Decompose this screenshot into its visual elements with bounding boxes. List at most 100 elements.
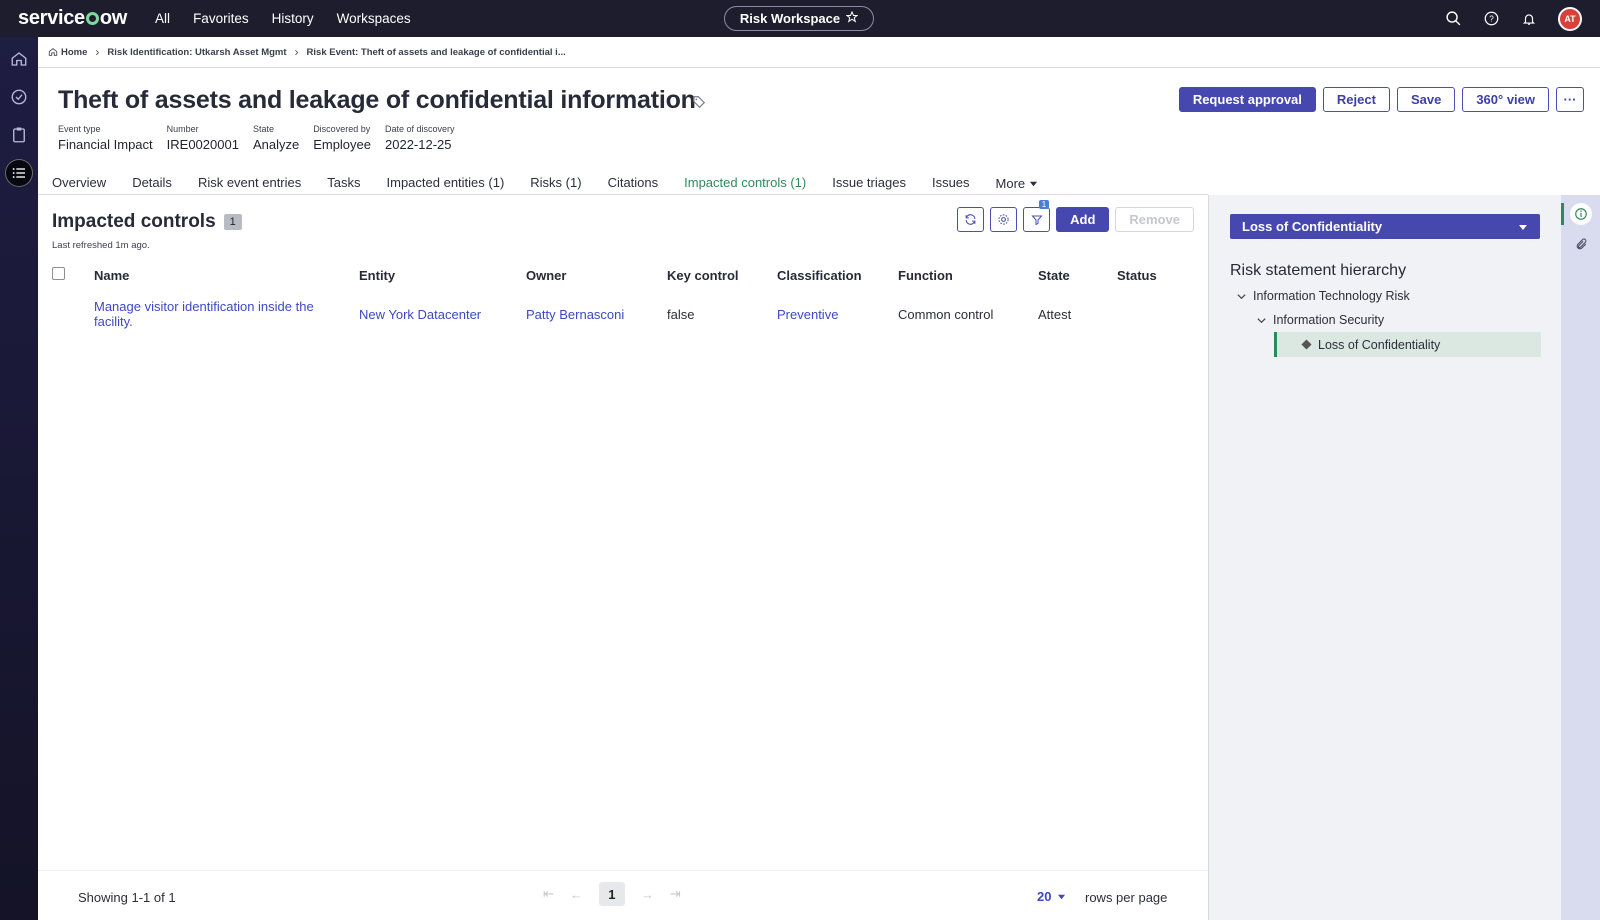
field-discovered-by: Discovered by Employee bbox=[313, 124, 371, 152]
risk-statement-panel: Loss of Confidentiality Risk statement h… bbox=[1208, 195, 1561, 920]
chevron-down-icon[interactable] bbox=[1236, 291, 1247, 302]
caret-down-icon bbox=[1058, 894, 1066, 900]
breadcrumb: Home › Risk Identification: Utkarsh Asse… bbox=[48, 45, 566, 59]
risk-statement-select[interactable]: Loss of Confidentiality bbox=[1230, 214, 1540, 239]
rows-per-page-select[interactable]: 20 bbox=[1037, 889, 1066, 904]
field-event-type: Event type Financial Impact bbox=[58, 124, 153, 152]
reject-button[interactable]: Reject bbox=[1322, 87, 1390, 112]
nav-favorites[interactable]: Favorites bbox=[193, 11, 249, 26]
top-icons: ? AT bbox=[1444, 0, 1582, 37]
save-button[interactable]: Save bbox=[1396, 87, 1456, 112]
column-header-classification[interactable]: Classification bbox=[777, 263, 898, 295]
field-label: Discovered by bbox=[313, 124, 371, 134]
cell-entity: New York Datacenter bbox=[359, 295, 526, 333]
showing-count: Showing 1-1 of 1 bbox=[78, 890, 176, 905]
risk-statement-selected: Loss of Confidentiality bbox=[1242, 219, 1383, 234]
tree-node-label: Information Technology Risk bbox=[1253, 289, 1410, 303]
checkmark-circle-icon[interactable] bbox=[5, 83, 33, 111]
star-icon[interactable] bbox=[845, 10, 859, 26]
list-footer: Showing 1-1 of 1 ⇤ ← 1 → ⇥ 20 rows per p… bbox=[38, 870, 1208, 920]
entity-link[interactable]: New York Datacenter bbox=[359, 307, 481, 322]
last-page-icon: ⇥ bbox=[669, 886, 681, 901]
column-header-owner[interactable]: Owner bbox=[526, 263, 667, 295]
more-actions-button[interactable]: ··· bbox=[1556, 87, 1584, 112]
list-toolbar: 1 Add Remove bbox=[957, 200, 1194, 232]
right-rail bbox=[1561, 195, 1600, 920]
panel-title: Impacted controls 1 bbox=[52, 211, 242, 233]
breadcrumb-home[interactable]: Home bbox=[48, 47, 87, 58]
next-page-icon: → bbox=[640, 886, 654, 902]
user-avatar[interactable]: AT bbox=[1558, 6, 1582, 31]
paperclip-icon[interactable] bbox=[1570, 233, 1592, 255]
classification-link[interactable]: Preventive bbox=[777, 307, 838, 322]
select-all-cell bbox=[52, 263, 94, 295]
360-view-button[interactable]: 360° view bbox=[1462, 87, 1549, 112]
filter-button[interactable]: 1 bbox=[1023, 200, 1051, 232]
breadcrumb-home-label: Home bbox=[61, 46, 88, 58]
help-icon[interactable]: ? bbox=[1482, 10, 1500, 28]
rows-per-page-value: 20 bbox=[1037, 889, 1052, 904]
field-label: Event type bbox=[58, 124, 101, 134]
gear-icon bbox=[998, 214, 1009, 225]
add-button[interactable]: Add bbox=[1056, 207, 1110, 232]
chevron-right-icon: › bbox=[294, 45, 299, 59]
tree-node-label: Loss of Confidentiality bbox=[1318, 337, 1441, 352]
column-header-name[interactable]: Name bbox=[94, 263, 359, 295]
column-header-status[interactable]: Status bbox=[1117, 263, 1177, 295]
field-value: Analyze bbox=[252, 137, 300, 152]
request-approval-button[interactable]: Request approval bbox=[1178, 87, 1316, 112]
nav-history[interactable]: History bbox=[272, 11, 314, 26]
workspace-pill[interactable]: Risk Workspace bbox=[724, 6, 874, 31]
table-row: Manage visitor identification inside the… bbox=[52, 295, 1177, 333]
owner-link[interactable]: Patty Bernasconi bbox=[526, 307, 624, 322]
column-header-state[interactable]: State bbox=[1038, 263, 1117, 295]
field-number: Number IRE0020001 bbox=[167, 124, 239, 152]
cell-function: Common control bbox=[898, 306, 994, 322]
impacted-controls-panel: Impacted controls 1 Last refreshed 1m ag… bbox=[38, 195, 1208, 920]
tree-node-loss-of-confidentiality[interactable]: Loss of Confidentiality bbox=[1274, 332, 1541, 357]
tag-icon[interactable] bbox=[692, 95, 706, 112]
bell-icon[interactable] bbox=[1520, 10, 1538, 28]
last-refreshed: Last refreshed 1m ago. bbox=[52, 240, 150, 251]
cell-state: Attest bbox=[1038, 306, 1072, 322]
column-header-entity[interactable]: Entity bbox=[359, 263, 526, 295]
control-name-link[interactable]: Manage visitor identification inside the… bbox=[94, 299, 314, 329]
row-select-cell bbox=[52, 295, 94, 333]
top-nav: All Favorites History Workspaces bbox=[155, 11, 411, 26]
page-title: Theft of assets and leakage of confident… bbox=[58, 86, 696, 114]
column-header-function[interactable]: Function bbox=[898, 263, 1038, 295]
servicenow-logo[interactable]: service ow bbox=[18, 7, 127, 30]
search-icon[interactable] bbox=[1444, 10, 1462, 28]
nav-workspaces[interactable]: Workspaces bbox=[337, 11, 411, 26]
workspace-name: Risk Workspace bbox=[739, 11, 841, 26]
field-state: State Analyze bbox=[253, 124, 299, 152]
info-icon[interactable] bbox=[1570, 203, 1592, 225]
tree-node-it-risk[interactable]: Information Technology Risk bbox=[1236, 284, 1541, 308]
refresh-button[interactable] bbox=[957, 207, 985, 232]
chevron-down-icon[interactable] bbox=[1256, 315, 1267, 326]
breadcrumb-item-risk-identification[interactable]: Risk Identification: Utkarsh Asset Mgmt bbox=[107, 47, 286, 58]
record-actions: Request approval Reject Save 360° view ·… bbox=[1178, 87, 1584, 112]
breadcrumb-item-risk-event[interactable]: Risk Event: Theft of assets and leakage … bbox=[307, 47, 566, 58]
table-header-row: Name Entity Owner Key control Classifica… bbox=[52, 263, 1177, 295]
tab-more-label: More bbox=[995, 176, 1026, 191]
field-value: IRE0020001 bbox=[166, 137, 239, 152]
field-value: Employee bbox=[313, 137, 371, 152]
settings-button[interactable] bbox=[990, 207, 1018, 232]
rows-per-page-label: rows per page bbox=[1085, 890, 1168, 905]
list-icon[interactable] bbox=[5, 159, 33, 187]
field-value: Financial Impact bbox=[58, 137, 153, 152]
column-header-key-control[interactable]: Key control bbox=[667, 263, 777, 295]
filter-icon bbox=[1031, 215, 1043, 225]
select-all-checkbox[interactable] bbox=[52, 267, 65, 280]
refresh-icon bbox=[965, 214, 976, 225]
page-current[interactable]: 1 bbox=[598, 882, 625, 906]
clipboard-icon[interactable] bbox=[5, 121, 33, 149]
home-icon[interactable] bbox=[5, 45, 33, 73]
left-rail bbox=[0, 37, 38, 920]
diamond-icon bbox=[1301, 339, 1312, 350]
cell-classification: Preventive bbox=[777, 295, 898, 333]
caret-down-icon bbox=[1030, 181, 1038, 187]
tree-node-info-security[interactable]: Information Security bbox=[1236, 308, 1541, 332]
nav-all[interactable]: All bbox=[155, 11, 170, 26]
